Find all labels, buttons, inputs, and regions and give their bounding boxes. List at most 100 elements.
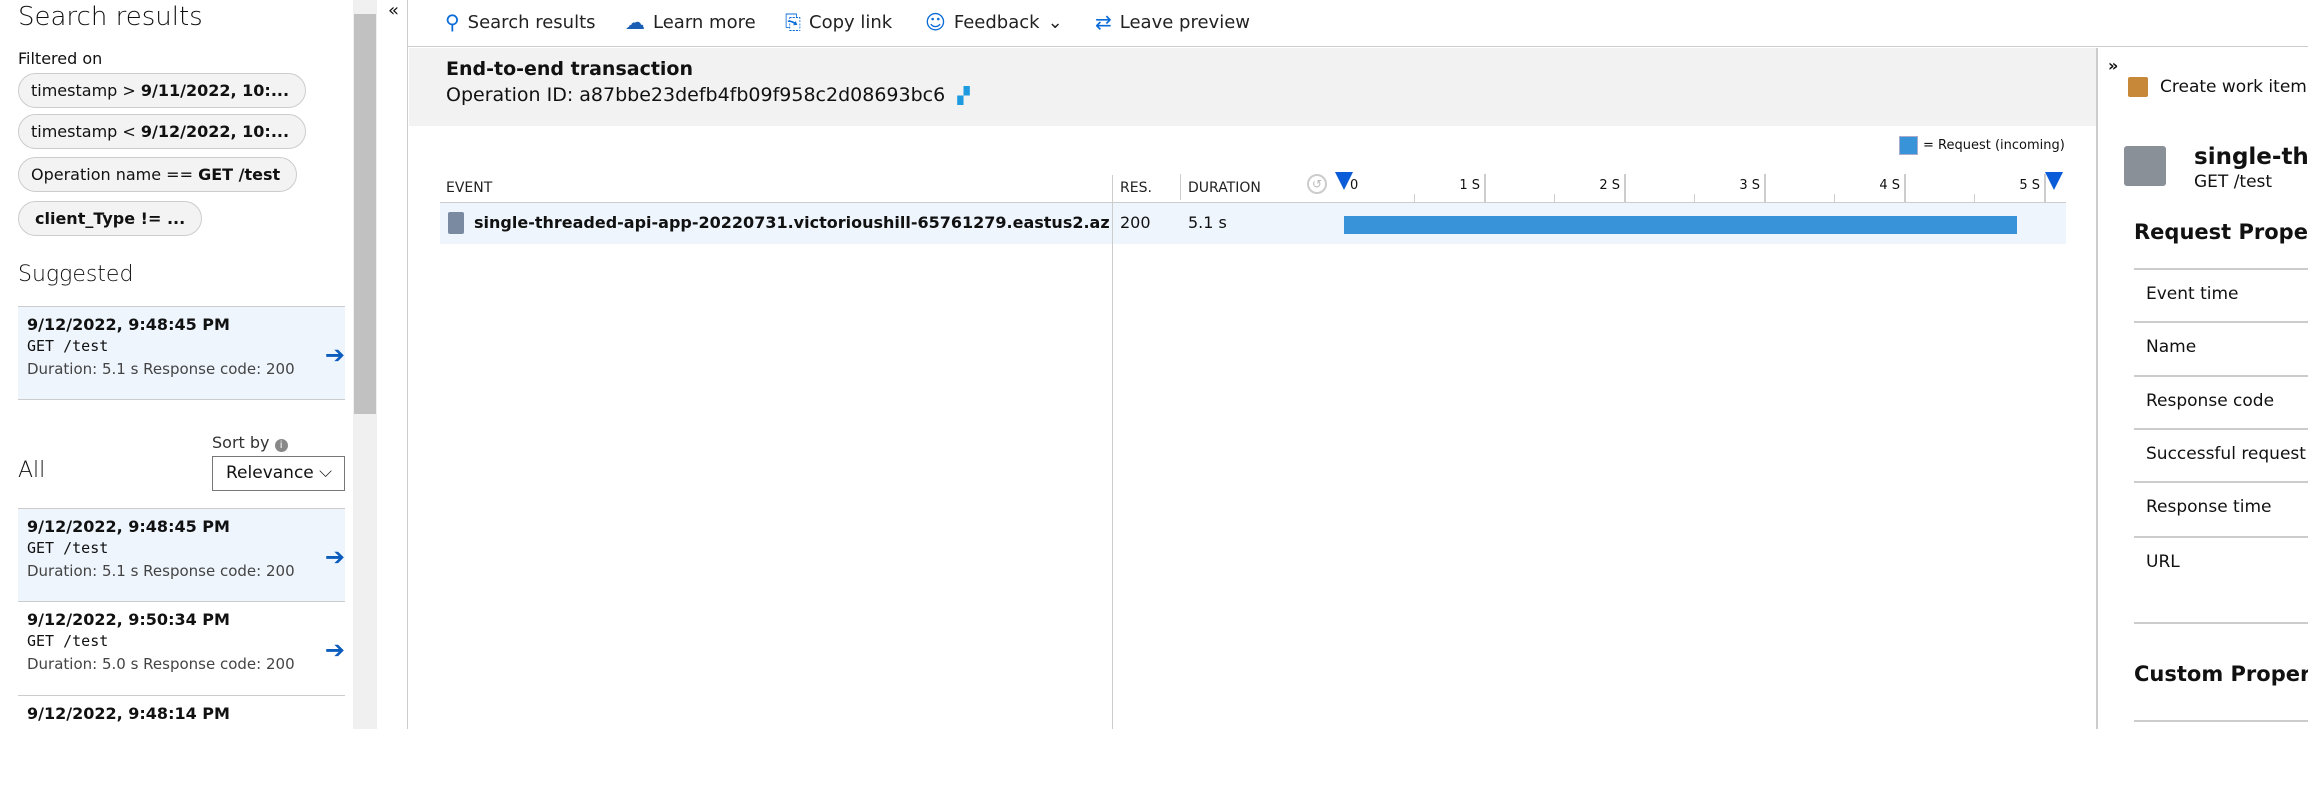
app-service-icon: [448, 212, 464, 234]
duration-bar[interactable]: [1344, 216, 2018, 234]
button-label: Search results: [467, 11, 596, 33]
chevron-down-icon: ⌵: [319, 462, 332, 482]
arrow-right-icon[interactable]: ➔: [325, 341, 345, 369]
notebook-icon: [2128, 77, 2148, 97]
tick-label: 3 S: [1739, 178, 1760, 193]
button-label: Leave preview: [1119, 11, 1250, 33]
suggested-result[interactable]: 9/12/2022, 9:48:45 PM GET /test Duration…: [18, 306, 345, 400]
panel-title: Search results: [18, 2, 203, 32]
arrow-right-icon[interactable]: ➔: [325, 636, 345, 664]
property-row: Event time: [2134, 268, 2308, 322]
tick-mark: [1484, 174, 1486, 203]
start-marker-icon[interactable]: [1335, 172, 1353, 190]
property-row: Response code: [2134, 375, 2308, 429]
search-results-panel: Search results Filtered on timestamp > 9…: [0, 0, 350, 729]
resource-name: single-thre: [2194, 144, 2308, 170]
property-row: Name: [2134, 321, 2308, 375]
suggested-heading: Suggested: [18, 262, 134, 287]
tick-label: 5 S: [2019, 178, 2040, 193]
resource-operation: GET /test: [2194, 172, 2273, 192]
event-column-divider: [1112, 175, 1113, 729]
search-icon: ⚲: [445, 10, 460, 34]
column-divider: [1180, 174, 1181, 200]
divider: [407, 0, 408, 729]
event-name: single-threaded-api-app-20220731.victori…: [474, 213, 1110, 232]
cloud-icon: ☁: [625, 10, 645, 34]
result-details: Duration: 5.1 s Response code: 200: [27, 360, 295, 378]
collapse-left-icon[interactable]: «: [388, 0, 399, 21]
sort-dropdown[interactable]: Relevance ⌵: [212, 456, 345, 491]
scrollbar-thumb[interactable]: [354, 14, 376, 414]
filter-pill[interactable]: timestamp > 9/11/2022, 10:...: [18, 73, 307, 108]
list-item[interactable]: 9/12/2022, 9:48:14 PM: [18, 696, 345, 790]
create-work-item-button[interactable]: Create work item: [2128, 77, 2307, 97]
tick-label: 1 S: [1459, 178, 1480, 193]
transaction-header: End-to-end transaction Operation ID: a87…: [409, 48, 2096, 126]
event-res: 200: [1120, 213, 1151, 232]
sort-value: Relevance: [226, 463, 314, 483]
tick-mark: [1904, 174, 1906, 203]
operation-id: Operation ID: a87bbe23defb4fb09f958c2d08…: [446, 84, 946, 106]
tick-mark: [1764, 174, 1766, 203]
legend-label: = Request (incoming): [1923, 138, 2065, 153]
analytics-icon[interactable]: ▞: [957, 86, 969, 105]
table-row[interactable]: single-threaded-api-app-20220731.victori…: [440, 203, 2066, 244]
tick-label: 2 S: [1599, 178, 1620, 193]
copy-icon: ⎘: [785, 10, 801, 34]
button-label: Feedback: [953, 11, 1040, 33]
column-duration: DURATION: [1188, 180, 1261, 196]
result-details: Duration: 5.0 s Response code: 200: [27, 655, 295, 673]
button-label: Learn more: [653, 11, 756, 33]
filtered-on-label: Filtered on: [18, 49, 103, 68]
custom-properties-heading: Custom Propertie: [2134, 662, 2308, 686]
list-item[interactable]: 9/12/2022, 9:50:34 PM GET /test Duration…: [18, 602, 345, 696]
arrow-right-icon[interactable]: ➔: [325, 543, 345, 571]
minor-tick: [1694, 194, 1695, 203]
list-item[interactable]: 9/12/2022, 9:48:45 PM GET /test Duration…: [18, 508, 345, 602]
copy-link-button[interactable]: ⎘ Copy link: [785, 10, 892, 34]
result-time: 9/12/2022, 9:48:14 PM: [27, 704, 230, 723]
info-icon: i: [274, 439, 288, 452]
result-time: 9/12/2022, 9:48:45 PM: [27, 517, 230, 536]
legend: = Request (incoming): [1899, 136, 2065, 155]
filter-pill[interactable]: client_Type != ...: [18, 201, 203, 236]
transaction-title: End-to-end transaction: [446, 58, 694, 80]
column-event: EVENT: [446, 180, 493, 196]
expand-right-icon[interactable]: »: [2108, 56, 2118, 75]
result-operation: GET /test: [27, 539, 109, 557]
filter-field: timestamp >: [31, 81, 141, 100]
all-heading: All: [18, 458, 46, 483]
property-row: URL: [2134, 536, 2308, 624]
result-time: 9/12/2022, 9:50:34 PM: [27, 610, 230, 629]
sort-by-label: Sort by i: [212, 433, 288, 452]
minor-tick: [1834, 194, 1835, 203]
filter-pill[interactable]: Operation name == GET /test: [18, 157, 298, 192]
feedback-button[interactable]: ☺ Feedback ⌄: [925, 10, 1063, 34]
timeline-axis: 01 S2 S3 S4 S5 S: [1335, 172, 2064, 203]
column-res: RES.: [1120, 180, 1152, 196]
leave-preview-button[interactable]: ⇄ Leave preview: [1095, 10, 1250, 34]
property-row: Successful request: [2134, 428, 2308, 482]
switch-icon: ⇄: [1095, 10, 1112, 34]
search-results-button[interactable]: ⚲ Search results: [445, 10, 596, 34]
learn-more-button[interactable]: ☁ Learn more: [625, 10, 756, 34]
request-properties-heading: Request Properti: [2134, 220, 2308, 244]
tick-label: 4 S: [1879, 178, 1900, 193]
minor-tick: [1414, 194, 1415, 203]
divider: [2134, 720, 2308, 722]
smiley-icon: ☺: [925, 10, 946, 34]
result-time: 9/12/2022, 9:48:45 PM: [27, 315, 230, 334]
filter-field: timestamp <: [31, 122, 141, 141]
result-operation: GET /test: [27, 632, 109, 650]
button-label: Copy link: [809, 11, 893, 33]
reset-zoom-icon[interactable]: ↺: [1307, 174, 1327, 194]
filter-value: 9/11/2022, 10:...: [140, 81, 290, 100]
chevron-down-icon: ⌄: [1047, 11, 1063, 33]
filter-pill[interactable]: timestamp < 9/12/2022, 10:...: [18, 114, 307, 149]
app-service-icon: [2124, 146, 2166, 186]
filter-field: Operation name ==: [31, 165, 199, 184]
result-details: Duration: 5.1 s Response code: 200: [27, 562, 295, 580]
end-marker-icon[interactable]: [2044, 172, 2063, 190]
result-operation: GET /test: [27, 337, 109, 355]
property-row: Response time: [2134, 481, 2308, 535]
